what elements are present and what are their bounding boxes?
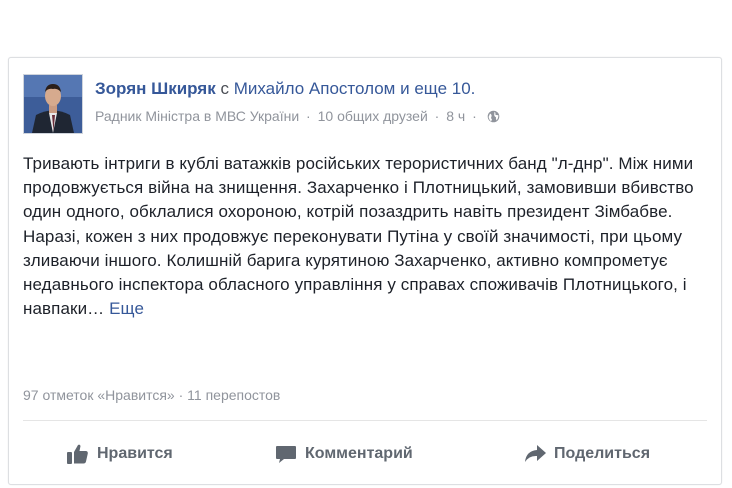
author-name[interactable]: Зорян Шкиряк <box>95 79 216 98</box>
post-body: Тривають інтриги в кублі ватажків російс… <box>23 152 709 321</box>
like-button[interactable]: Нравится <box>67 440 173 468</box>
shares-count[interactable]: 11 перепостов <box>187 387 280 403</box>
author-role: Радник Міністра в МВС України <box>95 108 300 124</box>
see-more-link[interactable]: Еще <box>109 299 144 318</box>
share-button[interactable]: Поделиться <box>524 440 650 468</box>
post-text: Тривають інтриги в кублі ватажків російс… <box>23 154 694 319</box>
with-prefix: с <box>220 79 229 98</box>
avatar[interactable] <box>23 74 83 134</box>
meta-separator: · <box>472 108 477 124</box>
stats-separator: · <box>178 387 184 403</box>
meta-separator: · <box>306 108 311 124</box>
post-stats: 97 отметок «Нравится» · 11 перепостов <box>23 387 280 403</box>
share-icon <box>524 444 546 464</box>
globe-icon[interactable] <box>487 110 500 126</box>
avatar-photo <box>24 75 82 133</box>
divider <box>23 420 707 421</box>
comment-label: Комментарий <box>305 445 413 462</box>
post-meta: Радник Міністра в МВС України · 10 общих… <box>95 108 500 126</box>
share-label: Поделиться <box>554 445 651 462</box>
like-label: Нравится <box>97 445 173 462</box>
tagged-more[interactable]: и еще 10. <box>400 79 475 98</box>
comment-icon <box>275 444 297 464</box>
likes-count[interactable]: 97 отметок «Нравится» <box>23 387 175 403</box>
post-time[interactable]: 8 ч <box>446 108 465 124</box>
post-card: Зорян Шкиряк с Михайло Апостолом и еще 1… <box>8 57 722 485</box>
comment-button[interactable]: Комментарий <box>275 440 413 468</box>
tagged-user[interactable]: Михайло Апостолом <box>234 79 396 98</box>
meta-separator: · <box>434 108 440 124</box>
thumbs-up-icon <box>67 444 89 464</box>
post-header: Зорян Шкиряк с Михайло Апостолом и еще 1… <box>95 79 475 99</box>
mutual-friends[interactable]: 10 общих друзей <box>318 108 428 124</box>
